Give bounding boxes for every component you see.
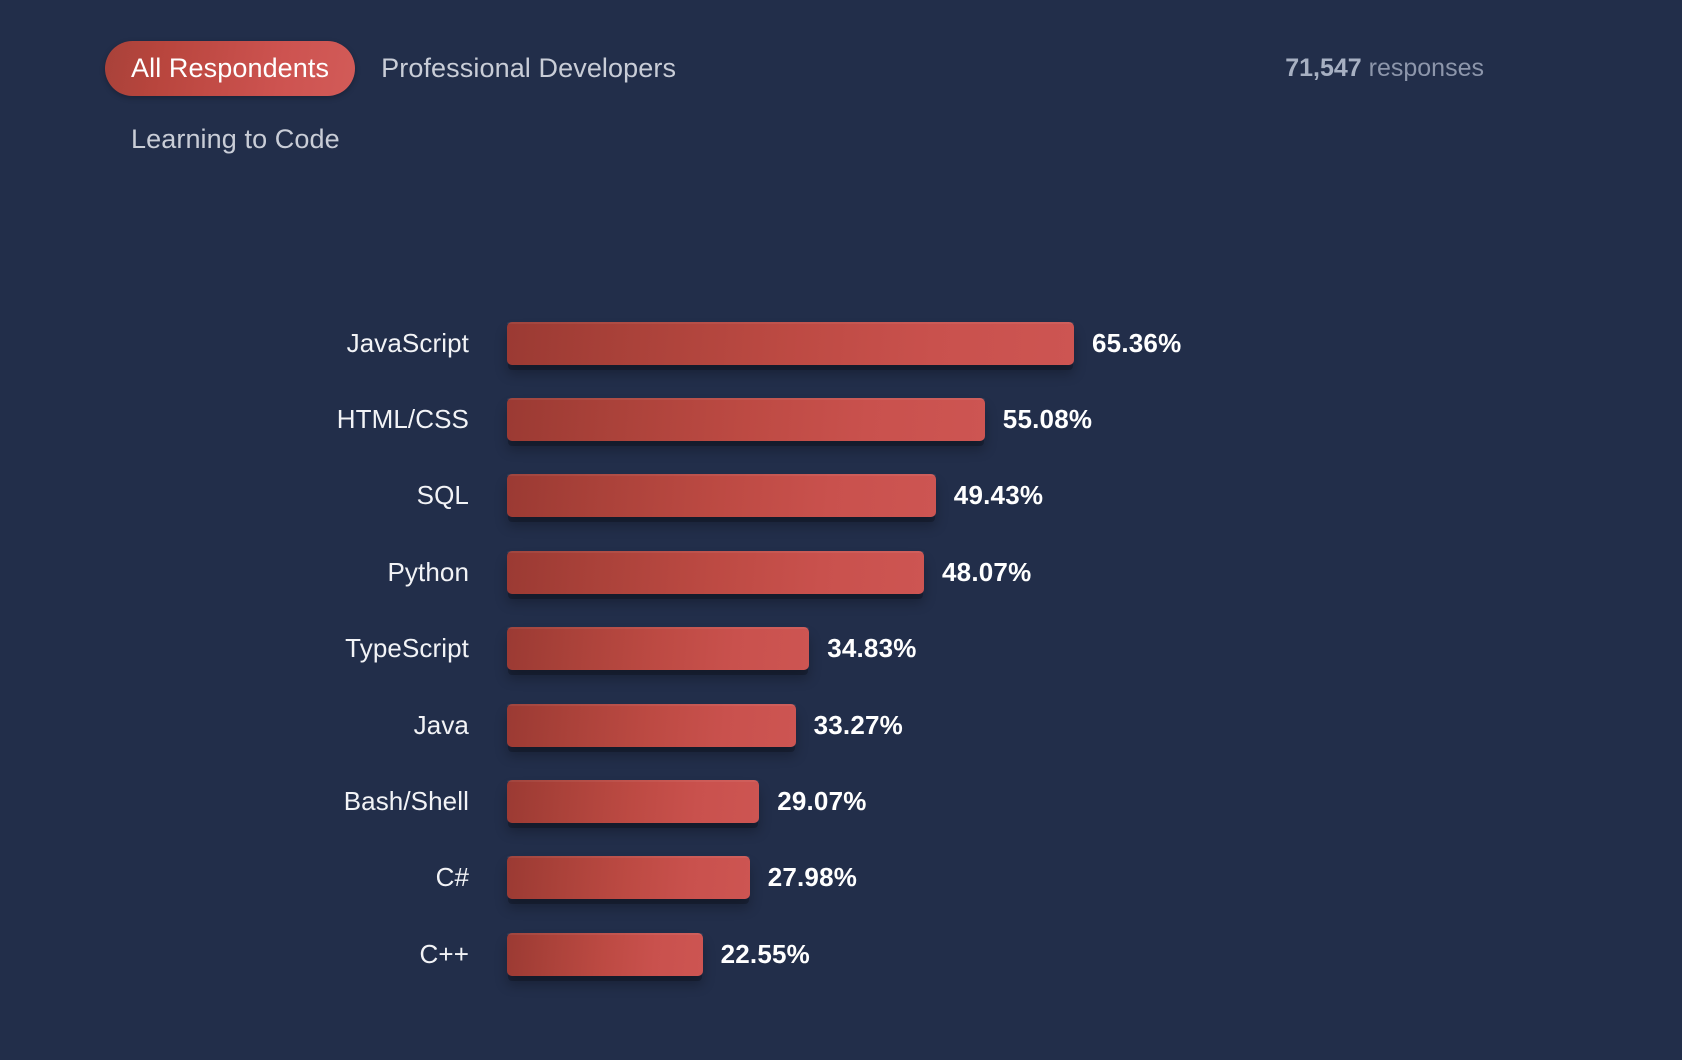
bar[interactable] xyxy=(507,627,810,671)
bar-value-label: 49.43% xyxy=(953,480,1044,511)
tab-all-respondents[interactable]: All Respondents xyxy=(105,41,356,96)
bar-category-label: C++ xyxy=(419,938,469,969)
bar-category-label: HTML/CSS xyxy=(336,404,469,435)
bar-track: 48.07% xyxy=(507,534,1682,610)
bar-category-label: Python xyxy=(387,556,469,587)
bar-chart: JavaScript 65.36% HTML/CSS 55.08% SQL 49.43% P… xyxy=(0,305,1682,993)
tab-row-secondary: Learning to Code xyxy=(105,112,1525,167)
bar-track: 22.55% xyxy=(507,916,1682,992)
bar-track: 65.36% xyxy=(507,305,1682,381)
bar-row: TypeScript 34.83% xyxy=(0,611,1682,687)
bar-track: 29.07% xyxy=(507,763,1682,839)
responses-count: 71,547 responses xyxy=(1285,54,1484,83)
tab-learning-to-code[interactable]: Learning to Code xyxy=(105,112,366,167)
bar-value-label: 33.27% xyxy=(813,709,903,740)
tab-professional-developers[interactable]: Professional Developers xyxy=(355,41,702,96)
bar[interactable] xyxy=(507,321,1074,365)
bar-row: JavaScript 65.36% xyxy=(0,305,1682,381)
bar[interactable] xyxy=(507,703,796,747)
bar-value-label: 22.55% xyxy=(720,938,810,969)
bar[interactable] xyxy=(507,932,703,976)
bar-row: HTML/CSS 55.08% xyxy=(0,381,1682,457)
bar[interactable] xyxy=(507,398,985,442)
bar-track: 55.08% xyxy=(507,381,1682,457)
bar-row: C++ 22.55% xyxy=(0,916,1682,992)
bar[interactable] xyxy=(507,550,924,594)
bar-track: 49.43% xyxy=(507,458,1682,534)
bar-row: SQL 49.43% xyxy=(0,458,1682,534)
bar-category-label: Bash/Shell xyxy=(343,786,469,817)
page-root: { "theme": { "background": "#222e4a", "a… xyxy=(0,0,1682,1060)
bar-category-label: C# xyxy=(435,862,469,893)
bar-value-label: 55.08% xyxy=(1002,404,1093,435)
bar-track: 34.83% xyxy=(507,611,1682,687)
bar-row: C# 27.98% xyxy=(0,840,1682,916)
bar-value-label: 48.07% xyxy=(942,556,1032,587)
responses-number: 71,547 xyxy=(1285,54,1362,82)
bar-value-label: 65.36% xyxy=(1092,327,1182,358)
bar-value-label: 29.07% xyxy=(777,786,867,817)
bar-category-label: Java xyxy=(413,709,469,740)
bar-row: Bash/Shell 29.07% xyxy=(0,763,1682,839)
bar-category-label: JavaScript xyxy=(346,327,469,358)
bar-category-label: TypeScript xyxy=(345,633,469,664)
responses-label: responses xyxy=(1361,54,1484,82)
bar-track: 27.98% xyxy=(507,840,1682,916)
bar[interactable] xyxy=(507,780,760,824)
bar-row: Python 48.07% xyxy=(0,534,1682,610)
bar[interactable] xyxy=(507,856,750,900)
bar-value-label: 27.98% xyxy=(767,862,858,893)
bar-row: Java 33.27% xyxy=(0,687,1682,763)
bar-track: 33.27% xyxy=(507,687,1682,763)
bar-value-label: 34.83% xyxy=(827,633,917,664)
bar[interactable] xyxy=(507,474,936,518)
bar-category-label: SQL xyxy=(416,480,469,511)
